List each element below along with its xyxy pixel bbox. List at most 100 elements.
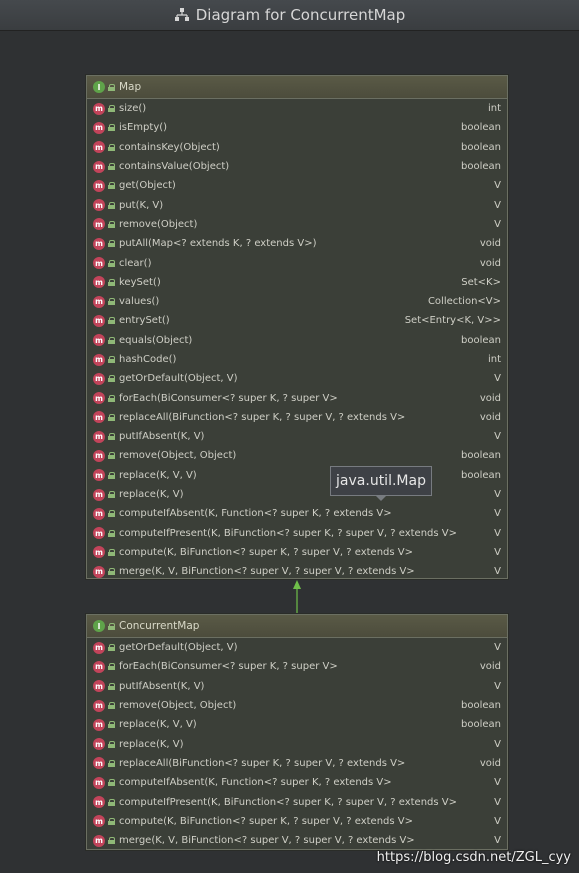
method-row[interactable]: m computeIfAbsent(K, Function<? super K, … — [87, 504, 507, 523]
method-name: hashCode() — [119, 354, 177, 365]
method-icon: m — [93, 372, 105, 385]
return-type: V — [494, 835, 501, 847]
method-name: getOrDefault(Object, V) — [119, 642, 238, 654]
method-row[interactable]: m computeIfPresent(K, BiFunction<? super … — [87, 792, 507, 811]
public-icon — [108, 568, 115, 576]
method-row[interactable]: m getOrDefault(Object, V) V — [87, 638, 507, 657]
return-type: V — [494, 489, 501, 501]
method-name: merge(K, V, BiFunction<? super V, ? supe… — [119, 835, 415, 847]
public-icon — [108, 529, 115, 537]
public-icon — [108, 201, 115, 209]
method-row[interactable]: m computeIfPresent(K, BiFunction<? super … — [87, 524, 507, 543]
method-icon: m — [93, 815, 105, 828]
return-type: void — [479, 661, 501, 673]
public-icon — [108, 124, 115, 132]
method-name: keySet() — [119, 276, 161, 288]
method-icon: m — [93, 102, 105, 115]
public-icon — [108, 837, 115, 845]
method-icon: m — [93, 392, 105, 405]
method-icon: m — [93, 796, 105, 809]
public-icon — [108, 317, 115, 325]
method-row[interactable]: m hashCode() int — [87, 350, 507, 369]
method-icon: m — [93, 257, 105, 270]
map-interface-node[interactable]: I Map m size() int m isEmpty() boolean m contai… — [86, 75, 508, 579]
method-row[interactable]: m forEach(BiConsumer<? super K, ? super V… — [87, 657, 507, 676]
return-type: int — [487, 103, 501, 115]
public-icon — [108, 663, 115, 671]
method-name: values() — [119, 296, 160, 308]
method-row[interactable]: m replace(K, V) V — [87, 734, 507, 753]
return-type: Collection<V> — [427, 296, 501, 308]
method-row[interactable]: m putAll(Map<? extends K, ? extends V>) vo… — [87, 234, 507, 253]
method-row[interactable]: m values() Collection<V> — [87, 292, 507, 311]
method-row[interactable]: m clear() void — [87, 253, 507, 272]
method-icon: m — [93, 527, 105, 540]
method-row[interactable]: m remove(Object) V — [87, 215, 507, 234]
method-row[interactable]: m putIfAbsent(K, V) V — [87, 677, 507, 696]
method-icon: m — [93, 218, 105, 231]
method-icon: m — [93, 757, 105, 770]
method-icon: m — [93, 546, 105, 559]
tooltip: java.util.Map — [330, 466, 432, 501]
method-name: containsKey(Object) — [119, 141, 220, 153]
method-name: get(Object) — [119, 180, 176, 192]
method-row[interactable]: m put(K, V) V — [87, 195, 507, 214]
method-row[interactable]: m getOrDefault(Object, V) V — [87, 369, 507, 388]
method-row[interactable]: m remove(Object, Object) boolean — [87, 446, 507, 465]
method-icon: m — [93, 488, 105, 501]
method-name: entrySet() — [119, 315, 170, 327]
method-row[interactable]: m putIfAbsent(K, V) V — [87, 427, 507, 446]
method-name: isEmpty() — [119, 122, 168, 134]
concurrentmap-interface-node[interactable]: I ConcurrentMap m getOrDefault(Object, V)… — [86, 614, 508, 850]
method-icon: m — [93, 237, 105, 250]
method-row[interactable]: m containsKey(Object) boolean — [87, 138, 507, 157]
method-row[interactable]: m isEmpty() boolean — [87, 118, 507, 137]
method-name: forEach(BiConsumer<? super K, ? super V> — [119, 661, 338, 673]
method-row[interactable]: m entrySet() Set<Entry<K, V>> — [87, 311, 507, 330]
method-row[interactable]: m replaceAll(BiFunction<? super K, ? supe… — [87, 754, 507, 773]
public-icon — [108, 798, 115, 806]
return-type: void — [479, 411, 501, 423]
public-icon — [108, 548, 115, 556]
method-name: putIfAbsent(K, V) — [119, 431, 205, 443]
return-type: boolean — [461, 450, 501, 462]
method-row[interactable]: m get(Object) V — [87, 176, 507, 195]
method-row[interactable]: m compute(K, BiFunction<? super K, ? supe… — [87, 543, 507, 562]
method-row[interactable]: m forEach(BiConsumer<? super K, ? super V… — [87, 388, 507, 407]
method-row[interactable]: m size() int — [87, 99, 507, 118]
return-type: V — [494, 527, 501, 539]
method-row[interactable]: m remove(Object, Object) boolean — [87, 696, 507, 715]
return-type: V — [494, 431, 501, 443]
method-row[interactable]: m containsValue(Object) boolean — [87, 157, 507, 176]
return-type: V — [494, 566, 501, 578]
method-name: computeIfPresent(K, BiFunction<? super K… — [119, 527, 457, 539]
method-name: put(K, V) — [119, 199, 164, 211]
method-name: replaceAll(BiFunction<? super K, ? super… — [119, 757, 406, 769]
method-list: m getOrDefault(Object, V) Vm forEach(BiCons… — [87, 638, 507, 850]
method-row[interactable]: m computeIfAbsent(K, Function<? super K, … — [87, 773, 507, 792]
method-row[interactable]: m keySet() Set<K> — [87, 273, 507, 292]
method-row[interactable]: m compute(K, BiFunction<? super K, ? supe… — [87, 812, 507, 831]
map-interface-header[interactable]: I Map — [87, 76, 507, 99]
concurrentmap-interface-header[interactable]: I ConcurrentMap — [87, 615, 507, 638]
return-type: boolean — [461, 700, 501, 712]
return-type: V — [494, 796, 501, 808]
return-type: V — [494, 180, 501, 192]
return-type: V — [494, 546, 501, 558]
method-name: replace(K, V, V) — [119, 719, 197, 731]
title-bar: Diagram for ConcurrentMap — [0, 0, 579, 31]
method-row[interactable]: m merge(K, V, BiFunction<? super V, ? sup… — [87, 831, 507, 850]
return-type: V — [494, 738, 501, 750]
method-row[interactable]: m replace(K, V, V) boolean — [87, 715, 507, 734]
method-icon: m — [93, 699, 105, 712]
method-row[interactable]: m equals(Object) boolean — [87, 331, 507, 350]
return-type: boolean — [461, 334, 501, 346]
method-name: clear() — [119, 257, 152, 269]
tooltip-text: java.util.Map — [336, 473, 426, 489]
method-row[interactable]: m replace(K, V, V) boolean — [87, 466, 507, 485]
method-row[interactable]: m replaceAll(BiFunction<? super K, ? supe… — [87, 408, 507, 427]
method-row[interactable]: m replace(K, V) V — [87, 485, 507, 504]
public-icon — [108, 163, 115, 171]
public-icon — [108, 278, 115, 286]
public-icon — [108, 83, 115, 91]
